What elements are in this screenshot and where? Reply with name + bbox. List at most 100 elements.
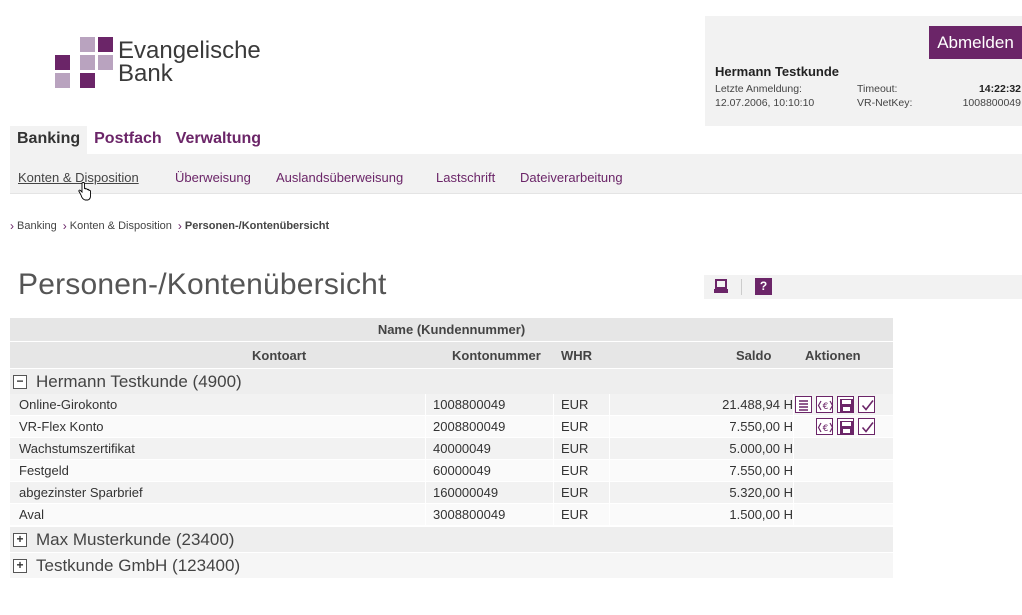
breadcrumb-current: Personen-/Kontenübersicht <box>184 220 330 232</box>
tab-verwaltung[interactable]: Verwaltung <box>169 126 268 154</box>
timeout-value: 14:22:32 <box>978 83 1021 95</box>
help-icon[interactable]: ? <box>755 278 772 295</box>
save-icon[interactable] <box>837 418 854 435</box>
logo-text: Evangelische Bank <box>118 37 261 87</box>
cell-saldo: 7.550,00 H <box>729 419 793 434</box>
cell-whr: EUR <box>561 441 589 456</box>
subnav-lastschrift[interactable]: Lastschrift <box>436 170 495 185</box>
main-navigation: Banking Postfach Verwaltung <box>10 126 268 154</box>
netkey-value: 1008800049 <box>962 97 1021 109</box>
breadcrumb-banking[interactable]: Banking <box>17 220 57 232</box>
table-row[interactable]: VR-Flex Konto 2008800049 EUR 7.550,00 H … <box>10 416 893 438</box>
expand-toggle[interactable]: + <box>13 533 27 547</box>
logo-line-1: Evangelische <box>118 37 261 64</box>
logout-button[interactable]: Abmelden <box>929 26 1022 59</box>
check-icon[interactable] <box>858 396 875 413</box>
table-row[interactable]: Aval 3008800049 EUR 1.500,00 H <box>10 504 893 526</box>
page-title: Personen-/Kontenübersicht <box>18 268 387 301</box>
breadcrumb: › Banking › Konten & Disposition › Perso… <box>10 219 335 233</box>
chevron-right-icon: › <box>62 219 67 233</box>
table-column-header: Kontoart Kontonummer WHR Saldo Aktionen <box>10 342 893 368</box>
cell-whr: EUR <box>561 485 589 500</box>
cell-kontonummer: 60000049 <box>433 463 491 478</box>
subnav-dateiverarbeitung[interactable]: Dateiverarbeitung <box>520 170 623 185</box>
table-row[interactable]: Festgeld 60000049 EUR 7.550,00 H <box>10 460 893 482</box>
breadcrumb-konten[interactable]: Konten & Disposition <box>70 220 172 232</box>
subnav-auslandsueberweisung[interactable]: Auslandsüberweisung <box>276 170 403 185</box>
tab-banking[interactable]: Banking <box>10 126 88 154</box>
timeout-label: Timeout: <box>857 83 898 95</box>
toolbar-divider <box>741 279 742 295</box>
bank-logo[interactable]: Evangelische Bank <box>55 37 285 97</box>
logo-square <box>80 37 95 52</box>
cell-kontoart: Aval <box>19 507 45 522</box>
user-name: Hermann Testkunde <box>715 64 840 79</box>
last-login-value: 12.07.2006, 10:10:10 <box>715 97 815 109</box>
cell-saldo: 7.550,00 H <box>729 463 793 478</box>
sub-navigation: Konten & Disposition Überweisung Ausland… <box>10 154 1022 194</box>
cell-whr: EUR <box>561 507 589 522</box>
cell-kontonummer: 3008800049 <box>433 507 506 522</box>
cell-whr: EUR <box>561 463 589 478</box>
netkey-label: VR-NetKey: <box>857 97 913 109</box>
customer-group-row: + Testkunde GmbH (123400) <box>10 552 893 578</box>
column-aktionen: Aktionen <box>805 348 861 363</box>
tab-postfach[interactable]: Postfach <box>87 126 169 154</box>
last-login-label: Letzte Anmeldung: <box>715 83 802 95</box>
euro-exchange-icon[interactable]: € <box>816 396 834 413</box>
chevron-right-icon: › <box>10 219 14 233</box>
customer-group-row: + Max Musterkunde (23400) <box>10 526 893 552</box>
cell-whr: EUR <box>561 397 589 412</box>
subnav-ueberweisung[interactable]: Überweisung <box>175 170 251 185</box>
logo-line-2: Bank <box>118 60 173 87</box>
expand-toggle[interactable]: + <box>13 559 27 573</box>
logo-square <box>80 55 95 70</box>
column-kontonummer: Kontonummer <box>452 348 541 363</box>
customer-name: Testkunde GmbH (123400) <box>36 556 241 575</box>
svg-text:€: € <box>823 424 829 434</box>
cell-saldo: 5.320,00 H <box>729 485 793 500</box>
cell-kontoart: Online-Girokonto <box>19 397 118 412</box>
logo-square <box>80 73 95 88</box>
cell-saldo: 1.500,00 H <box>729 507 793 522</box>
save-icon[interactable] <box>837 396 854 413</box>
cell-saldo: 21.488,94 H <box>722 397 793 412</box>
table-row[interactable]: Online-Girokonto 1008800049 EUR 21.488,9… <box>10 394 893 416</box>
logo-square <box>55 73 70 88</box>
cell-whr: EUR <box>561 419 589 434</box>
table-row[interactable]: abgezinster Sparbrief 160000049 EUR 5.32… <box>10 482 893 504</box>
cell-kontoart: Festgeld <box>19 463 69 478</box>
user-info-panel: Abmelden Hermann Testkunde Letzte Anmeld… <box>705 16 1022 126</box>
check-icon[interactable] <box>858 418 875 435</box>
printer-icon[interactable] <box>713 279 729 295</box>
row-actions: € <box>795 396 879 413</box>
column-whr: WHR <box>561 348 593 363</box>
column-kontoart: Kontoart <box>252 348 307 363</box>
svg-text:€: € <box>823 402 829 412</box>
list-icon[interactable] <box>795 396 812 413</box>
cell-kontoart: abgezinster Sparbrief <box>19 485 143 500</box>
hand-cursor-icon <box>78 182 91 201</box>
chevron-right-icon: › <box>177 219 182 233</box>
cell-kontoart: Wachstumszertifikat <box>19 441 135 456</box>
cell-kontonummer: 160000049 <box>433 485 499 500</box>
action-spacer <box>795 418 812 435</box>
cell-kontonummer: 2008800049 <box>433 419 506 434</box>
table-group-header: Name (Kundennummer) <box>10 318 893 342</box>
cell-kontonummer: 40000049 <box>433 441 491 456</box>
logo-square <box>98 37 113 52</box>
cell-saldo: 5.000,00 H <box>729 441 793 456</box>
row-actions: € <box>795 418 879 435</box>
page-toolbar: ? <box>704 275 1022 299</box>
euro-exchange-icon[interactable]: € <box>816 418 834 435</box>
customer-group-row: − Hermann Testkunde (4900) <box>10 368 893 394</box>
table-row[interactable]: Wachstumszertifikat 40000049 EUR 5.000,0… <box>10 438 893 460</box>
column-saldo: Saldo <box>736 348 772 363</box>
accounts-table: Name (Kundennummer) Kontoart Kontonummer… <box>10 318 893 578</box>
customer-name: Max Musterkunde (23400) <box>36 530 235 549</box>
collapse-toggle[interactable]: − <box>13 375 27 389</box>
logo-square <box>98 55 113 70</box>
cell-kontoart: VR-Flex Konto <box>19 419 104 434</box>
cell-kontonummer: 1008800049 <box>433 397 506 412</box>
logo-square <box>55 55 70 70</box>
